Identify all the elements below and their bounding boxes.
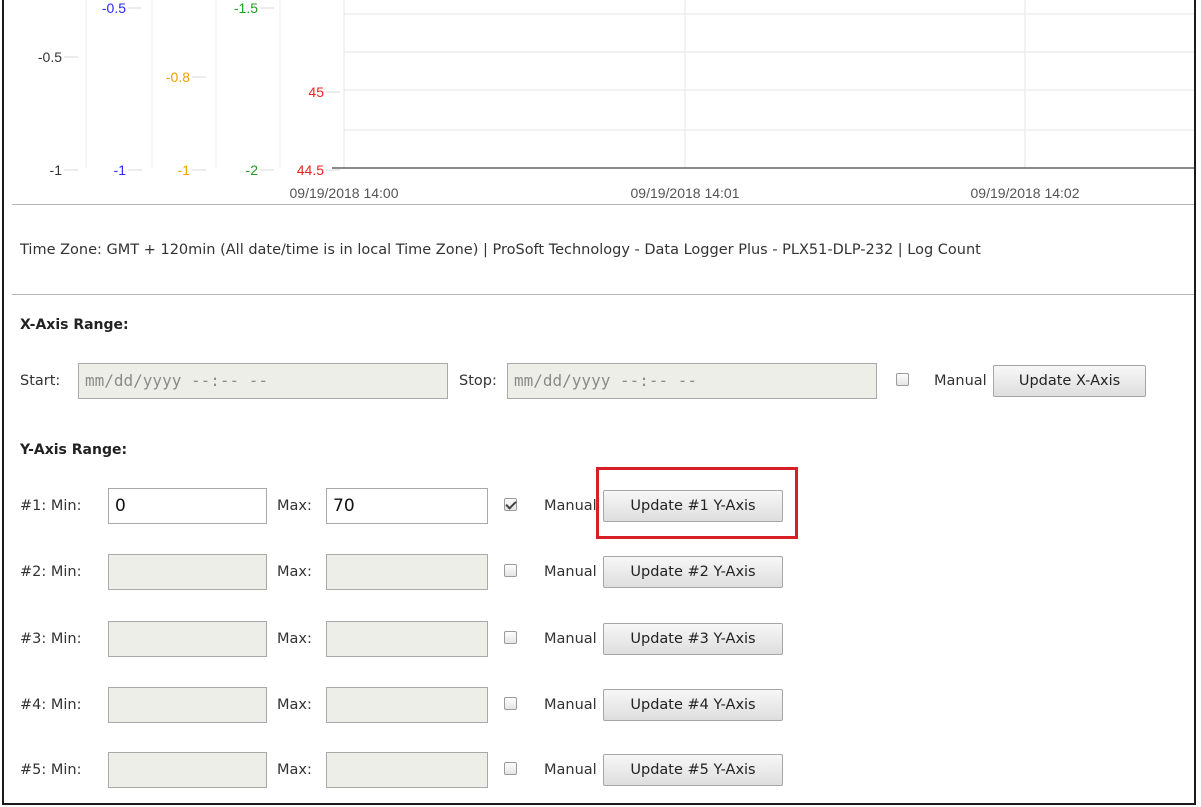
y4-max-input[interactable] [326, 687, 488, 723]
y3-max-label: Max: [277, 631, 312, 647]
y1-max-label: Max: [277, 498, 312, 514]
y-axis-3-tick-label: -0.8 [166, 69, 190, 85]
y-axis-row-4: #4: Min: Max: Manual Update #4 Y-Axis [4, 685, 1194, 725]
y-axis-row-2: #2: Min: Max: Manual Update #2 Y-Axis [4, 552, 1194, 592]
y2-min-input[interactable] [108, 554, 267, 590]
x-axis-tick-label: 09/19/2018 14:00 [290, 185, 399, 201]
y-axis-row-3: #3: Min: Max: Manual Update #3 Y-Axis [4, 619, 1194, 659]
y4-max-label: Max: [277, 697, 312, 713]
update-y2-axis-button[interactable]: Update #2 Y-Axis [603, 556, 783, 588]
y1-manual-label: Manual [544, 498, 597, 514]
y2-max-label: Max: [277, 564, 312, 580]
y2-min-label: #2: Min: [20, 564, 82, 580]
y3-min-input[interactable] [108, 621, 267, 657]
y-axis-row-5: #5: Min: Max: Manual Update #5 Y-Axis [4, 750, 1194, 790]
chart-divider [12, 204, 1194, 205]
y4-manual-label: Manual [544, 697, 597, 713]
y-axis-3-tick-label: -1 [178, 162, 191, 178]
y5-manual-label: Manual [544, 762, 597, 778]
x-axis-range-title: X-Axis Range: [20, 317, 129, 333]
y5-max-input[interactable] [326, 752, 488, 788]
y5-max-label: Max: [277, 762, 312, 778]
x-axis-manual-label: Manual [934, 373, 987, 389]
y-axis-range-title: Y-Axis Range: [20, 442, 128, 458]
y-axis-2-tick-label: -0.5 [102, 0, 126, 16]
y4-min-input[interactable] [108, 687, 267, 723]
y2-manual-checkbox[interactable] [504, 564, 517, 577]
y3-max-input[interactable] [326, 621, 488, 657]
start-datetime-input[interactable]: mm/dd/yyyy --:-- -- [78, 363, 448, 399]
y-axis-5-tick-label: 44.5 [297, 162, 324, 178]
x-axis-tick-label: 09/19/2018 14:02 [971, 185, 1080, 201]
y3-manual-label: Manual [544, 631, 597, 647]
highlight-box [596, 467, 798, 539]
update-y3-axis-button[interactable]: Update #3 Y-Axis [603, 623, 783, 655]
y-axis-4-tick-label: -2 [246, 162, 259, 178]
start-label: Start: [20, 373, 61, 389]
info-divider [12, 294, 1194, 295]
y-axis-2-tick-label: -1 [114, 162, 127, 178]
x-axis-row: Start: mm/dd/yyyy --:-- -- Stop: mm/dd/y… [4, 361, 1194, 401]
y5-min-label: #5: Min: [20, 762, 82, 778]
update-x-axis-button[interactable]: Update X-Axis [993, 365, 1146, 397]
y-axis-4-tick-label: -1.5 [234, 0, 258, 16]
y1-max-input[interactable]: 70 [326, 488, 488, 524]
chart: -0.5 -1 -0.5 -1 -0.8 -1 -1.5 -2 45 44.5 09/19/2018… [38, 0, 1194, 201]
y5-manual-checkbox[interactable] [504, 762, 517, 775]
y3-manual-checkbox[interactable] [504, 631, 517, 644]
y3-min-label: #3: Min: [20, 631, 82, 647]
stop-label: Stop: [459, 373, 497, 389]
stop-datetime-input[interactable]: mm/dd/yyyy --:-- -- [507, 363, 877, 399]
page-frame: -0.5 -1 -0.5 -1 -0.8 -1 -1.5 -2 45 44.5 09/19/2018… [2, 0, 1196, 805]
y-axis-5-tick-label: 45 [308, 84, 324, 100]
y1-manual-checkbox[interactable] [504, 498, 517, 511]
timezone-info: Time Zone: GMT + 120min (All date/time i… [20, 242, 981, 258]
y2-max-input[interactable] [326, 554, 488, 590]
update-y4-axis-button[interactable]: Update #4 Y-Axis [603, 689, 783, 721]
update-y5-axis-button[interactable]: Update #5 Y-Axis [603, 754, 783, 786]
x-axis-manual-checkbox[interactable] [896, 373, 909, 386]
y-axis-1-tick-label: -0.5 [38, 49, 62, 65]
y2-manual-label: Manual [544, 564, 597, 580]
y1-min-label: #1: Min: [20, 498, 82, 514]
y4-manual-checkbox[interactable] [504, 697, 517, 710]
x-axis-tick-label: 09/19/2018 14:01 [631, 185, 740, 201]
y4-min-label: #4: Min: [20, 697, 82, 713]
y1-min-input[interactable]: 0 [108, 488, 267, 524]
y5-min-input[interactable] [108, 752, 267, 788]
y-axis-1-tick-label: -1 [50, 162, 63, 178]
